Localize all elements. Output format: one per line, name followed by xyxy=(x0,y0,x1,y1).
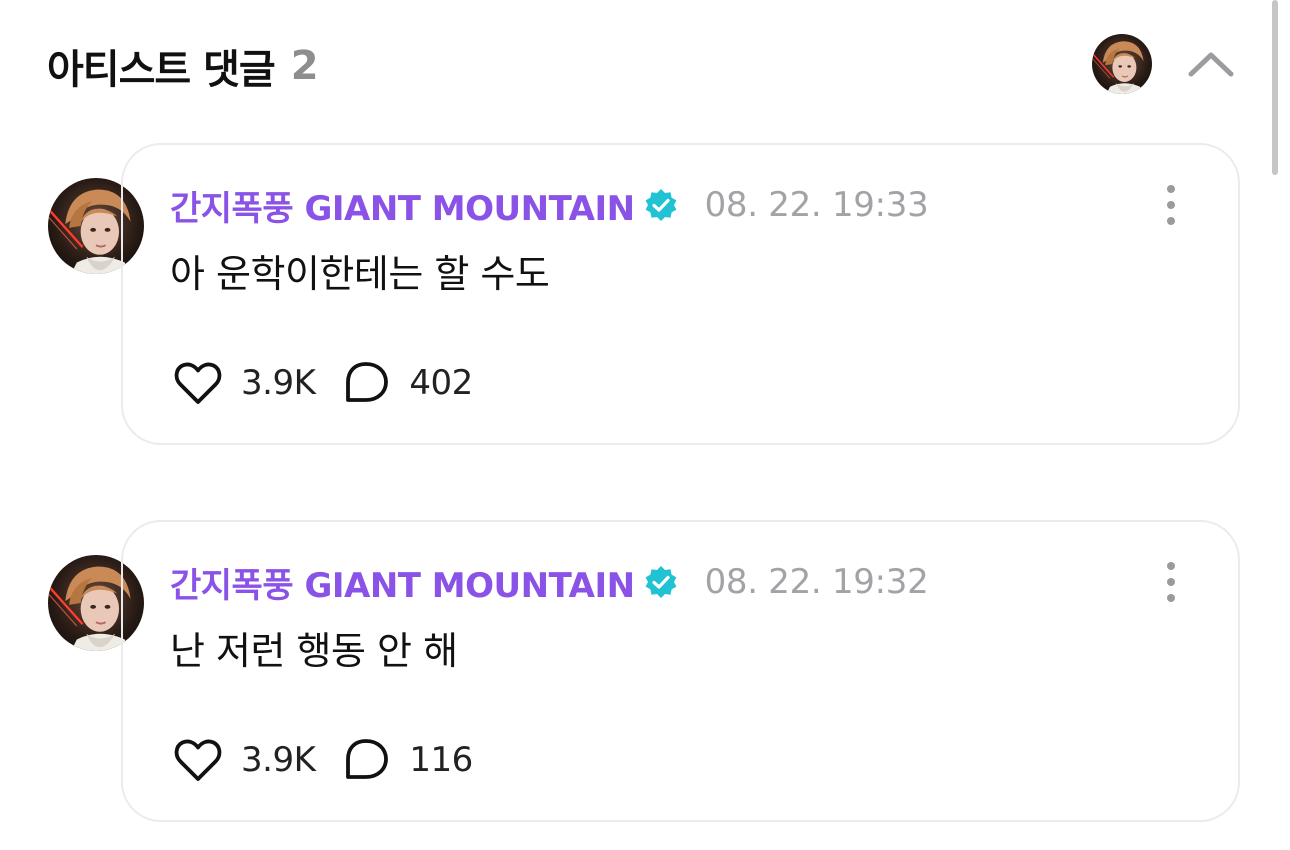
speech-bubble-icon xyxy=(346,362,389,402)
comment-timestamp: 08. 22. 19:33 xyxy=(704,185,929,225)
comment-meta: 간지폭풍 GIANT MOUNTAIN 08. 22. 19:33 xyxy=(170,181,929,230)
header-avatar[interactable] xyxy=(1092,34,1152,94)
more-dot xyxy=(1167,185,1175,193)
more-dot xyxy=(1167,562,1175,570)
more-options-button[interactable] xyxy=(1156,560,1186,604)
heart-icon xyxy=(174,739,222,781)
like-count: 3.9K xyxy=(241,363,316,403)
scrollbar[interactable] xyxy=(1272,0,1278,175)
reply-button[interactable] xyxy=(341,359,391,407)
like-button[interactable] xyxy=(173,359,223,407)
more-dot xyxy=(1167,201,1175,209)
comment-actions: 3.9K 116 xyxy=(173,736,473,784)
comment-text: 난 저런 행동 안 해 xyxy=(170,629,458,673)
more-dot xyxy=(1167,594,1175,602)
like-count: 3.9K xyxy=(241,740,316,780)
comment-meta: 간지폭풍 GIANT MOUNTAIN 08. 22. 19:32 xyxy=(170,558,929,607)
comment-text: 아 운학이한테는 할 수도 xyxy=(170,252,550,296)
more-options-button[interactable] xyxy=(1156,183,1186,227)
artist-comments-panel: 아티스트 댓글 2 간지폭풍 GIANT MOUNTAIN 08. 22. 19… xyxy=(0,0,1290,850)
reply-count[interactable]: 116 xyxy=(409,740,473,780)
author-name[interactable]: 간지폭풍 GIANT MOUNTAIN xyxy=(170,558,635,607)
like-button[interactable] xyxy=(173,736,223,784)
section-header: 아티스트 댓글 2 xyxy=(47,36,319,96)
comment-card: 간지폭풍 GIANT MOUNTAIN 08. 22. 19:33 아 운학이한… xyxy=(121,143,1240,445)
more-dot xyxy=(1167,217,1175,225)
reply-button[interactable] xyxy=(341,736,391,784)
collapse-button[interactable] xyxy=(1183,44,1239,84)
heart-icon xyxy=(174,362,222,404)
comment-count: 2 xyxy=(290,43,319,89)
verified-badge-icon xyxy=(645,189,676,221)
reply-count[interactable]: 402 xyxy=(409,363,473,403)
author-name[interactable]: 간지폭풍 GIANT MOUNTAIN xyxy=(170,181,635,230)
verified-badge-icon xyxy=(645,566,676,598)
comment-card: 간지폭풍 GIANT MOUNTAIN 08. 22. 19:32 난 저런 행… xyxy=(121,520,1240,822)
more-dot xyxy=(1167,578,1175,586)
speech-bubble-icon xyxy=(346,739,389,779)
comment-actions: 3.9K 402 xyxy=(173,359,473,407)
section-title: 아티스트 댓글 xyxy=(47,47,276,93)
comment-timestamp: 08. 22. 19:32 xyxy=(704,562,929,602)
chevron-up-icon xyxy=(1188,52,1234,77)
